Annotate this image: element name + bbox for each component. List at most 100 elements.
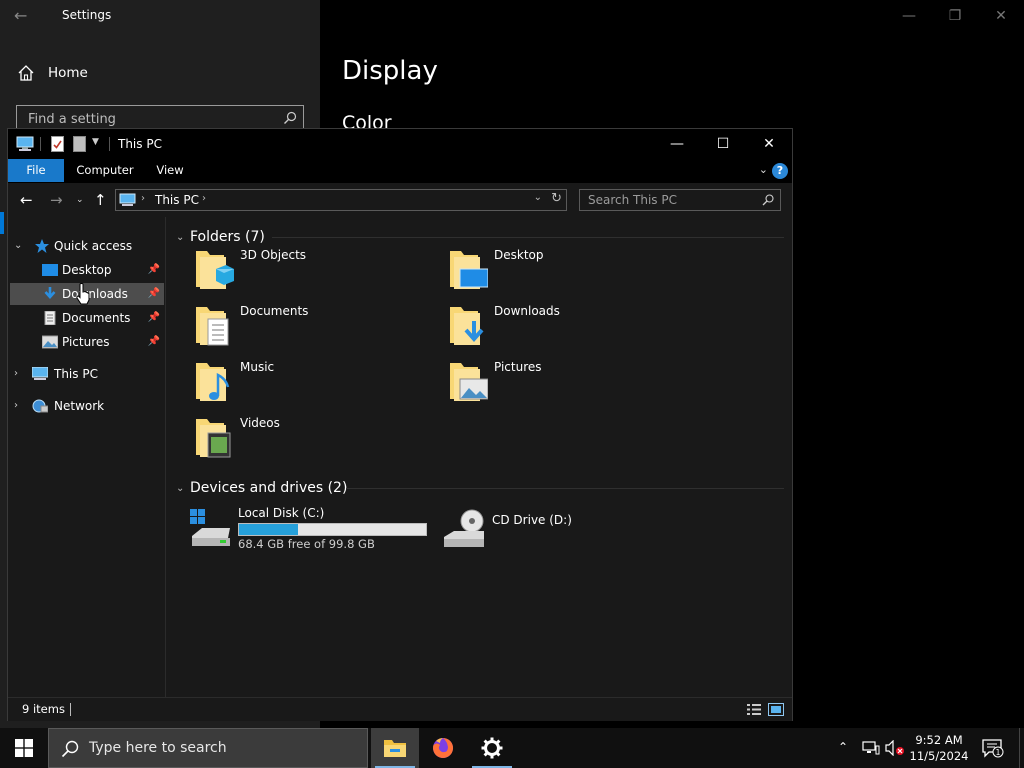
properties-icon[interactable]	[51, 136, 64, 152]
help-icon[interactable]: ?	[772, 163, 788, 179]
folder-label: Music	[240, 360, 275, 374]
show-hidden-icons-chevron-icon[interactable]: ⌃	[838, 740, 848, 754]
back-arrow-icon[interactable]: ←	[14, 6, 34, 26]
search-input[interactable]: Search This PC	[579, 189, 781, 211]
firefox-icon	[433, 737, 454, 758]
taskbar-search-box[interactable]: Type here to search	[48, 728, 368, 768]
volume-muted-icon[interactable]	[885, 740, 905, 756]
status-bar: 9 items	[8, 697, 792, 721]
tab-file[interactable]: File	[8, 159, 64, 182]
folder-3d-objects[interactable]: 3D Objects	[194, 247, 444, 297]
taskbar-settings[interactable]	[468, 728, 516, 768]
taskbar-firefox[interactable]	[419, 728, 467, 768]
taskbar-file-explorer[interactable]	[371, 728, 419, 768]
document-icon	[44, 311, 56, 325]
navigation-bar: ← → ⌄ ↑ › This PC › ⌄ ↻ Search This PC	[8, 183, 792, 217]
maximize-button[interactable]: ☐	[700, 129, 746, 159]
this-pc-icon	[119, 193, 136, 206]
collapsed-chevron-icon[interactable]: ›	[14, 395, 18, 417]
downloads-folder-icon	[450, 307, 484, 345]
minimize-button[interactable]: —	[886, 0, 932, 32]
expand-ribbon-chevron-icon[interactable]: ⌄	[759, 163, 768, 176]
refresh-icon[interactable]: ↻	[551, 191, 562, 206]
pictures-folder-icon	[450, 363, 488, 401]
folder-pictures[interactable]: Pictures	[448, 359, 698, 409]
address-dropdown-icon[interactable]: ⌄	[534, 192, 542, 203]
show-desktop-button[interactable]	[1019, 728, 1024, 768]
tab-computer[interactable]: Computer	[70, 159, 140, 182]
drive-local-disk-c[interactable]: Local Disk (C:) 68.4 GB free of 99.8 GB	[188, 506, 438, 556]
item-count: 9 items	[22, 702, 65, 716]
large-icons-view-icon[interactable]	[768, 703, 784, 716]
folder-desktop[interactable]: Desktop	[448, 247, 698, 297]
drive-label: CD Drive (D:)	[492, 513, 572, 527]
tree-item-label: Quick access	[54, 239, 133, 253]
folder-downloads[interactable]: Downloads	[448, 303, 698, 353]
expanded-chevron-icon[interactable]: ⌄	[14, 235, 22, 257]
this-pc-icon	[16, 136, 34, 151]
folder-label: Documents	[240, 304, 309, 318]
recent-locations-dropdown[interactable]: ⌄	[76, 195, 84, 205]
network-status-icon[interactable]	[862, 740, 880, 756]
collapse-chevron-icon[interactable]: ⌄	[176, 483, 190, 494]
breadcrumb-this-pc[interactable]: This PC	[155, 193, 199, 207]
up-button[interactable]: ↑	[94, 191, 107, 209]
taskbar-search-placeholder: Type here to search	[89, 740, 227, 756]
close-button[interactable]: ✕	[746, 129, 792, 159]
search-icon	[61, 740, 79, 758]
documents-folder-icon	[196, 307, 229, 346]
settings-home-link[interactable]: Home	[48, 65, 88, 81]
group-divider	[346, 488, 784, 489]
collapse-chevron-icon[interactable]: ⌄	[176, 232, 190, 243]
pin-icon[interactable]: 📌	[148, 307, 160, 329]
forward-button[interactable]: →	[50, 191, 63, 209]
file-explorer-window: ▼ This PC — ☐ ✕ File Computer View ⌄ ? ←…	[7, 128, 793, 721]
folder-videos[interactable]: Videos	[194, 415, 444, 465]
folder-documents[interactable]: Documents	[194, 303, 444, 353]
videos-folder-icon	[196, 419, 231, 458]
tree-item-this-pc[interactable]: › This PC	[10, 363, 164, 385]
music-folder-icon	[196, 363, 230, 401]
folder-label: Desktop	[494, 248, 544, 262]
breadcrumb-chevron-icon[interactable]: ›	[141, 193, 145, 204]
start-button[interactable]	[0, 728, 48, 768]
close-button[interactable]: ✕	[978, 0, 1024, 32]
desktop-icon	[42, 264, 58, 276]
pin-icon[interactable]: 📌	[148, 331, 160, 353]
home-icon	[18, 65, 34, 81]
folder-music[interactable]: Music	[194, 359, 444, 409]
tree-item-desktop[interactable]: Desktop 📌	[10, 259, 164, 281]
tree-item-label: Downloads	[62, 287, 128, 301]
new-folder-icon[interactable]	[73, 136, 86, 152]
tab-view[interactable]: View	[148, 159, 192, 182]
customize-toolbar-dropdown-icon[interactable]: ▼	[92, 137, 99, 147]
tree-item-quick-access[interactable]: ⌄ Quick access	[10, 235, 164, 257]
back-button[interactable]: ←	[20, 191, 33, 209]
windows-drive-icon	[190, 509, 230, 546]
details-view-icon[interactable]	[746, 703, 762, 716]
title-bar[interactable]: ▼ This PC — ☐ ✕	[8, 129, 792, 159]
drive-free-space: 68.4 GB free of 99.8 GB	[238, 537, 375, 551]
group-header-devices[interactable]: ⌄ Devices and drives (2)	[176, 478, 347, 498]
content-pane: ⌄ Folders (7) 3D Objects Desktop Documen…	[166, 217, 792, 697]
pin-icon[interactable]: 📌	[148, 283, 160, 305]
action-center-icon[interactable]: 1	[982, 738, 1004, 758]
folder-label: Downloads	[494, 304, 560, 318]
tree-item-network[interactable]: › Network	[10, 395, 164, 417]
breadcrumb-chevron-icon[interactable]: ›	[202, 193, 206, 204]
tree-item-pictures[interactable]: Pictures 📌	[10, 331, 164, 353]
drive-cd-d[interactable]: CD Drive (D:)	[442, 509, 642, 563]
pin-icon[interactable]: 📌	[148, 259, 160, 281]
3d-objects-folder-icon	[196, 251, 234, 289]
address-bar[interactable]: › This PC › ⌄ ↻	[115, 189, 567, 211]
minimize-button[interactable]: —	[654, 129, 700, 159]
restore-button[interactable]: ❐	[932, 0, 978, 32]
system-clock[interactable]: 9:52 AM 11/5/2024	[908, 732, 970, 764]
folder-label: 3D Objects	[240, 248, 307, 262]
tree-item-documents[interactable]: Documents 📌	[10, 307, 164, 329]
network-icon	[32, 399, 48, 413]
collapsed-chevron-icon[interactable]: ›	[14, 363, 18, 385]
group-header-folders[interactable]: ⌄ Folders (7)	[176, 227, 265, 247]
group-header-label: Devices and drives (2)	[190, 480, 348, 496]
ribbon-tabs: File Computer View ⌄ ?	[8, 159, 792, 183]
